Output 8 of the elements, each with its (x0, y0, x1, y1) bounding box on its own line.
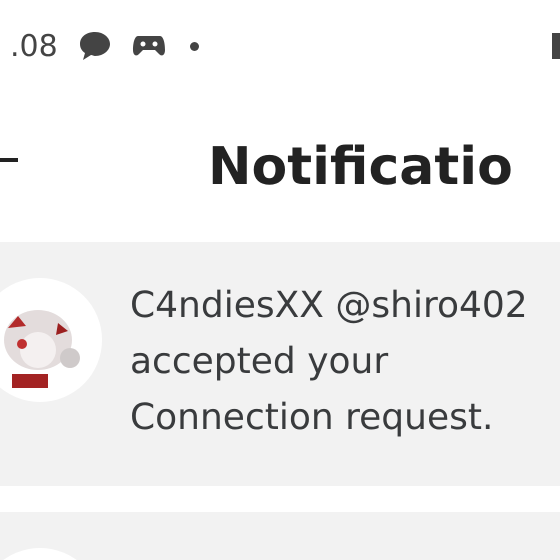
notification-text: C4ndiesXX @shiro402 (130, 284, 528, 328)
notification-card[interactable]: C4ndiesXX @shiro402 accepted your Connection request. (0, 242, 560, 486)
chat-bubble-icon (78, 30, 112, 62)
notification-text: accepted your (130, 340, 390, 384)
page-title: Notificatio (208, 136, 513, 199)
status-time: .08 (10, 28, 58, 66)
notification-text: Connection request. (130, 396, 494, 440)
back-icon (0, 158, 18, 164)
